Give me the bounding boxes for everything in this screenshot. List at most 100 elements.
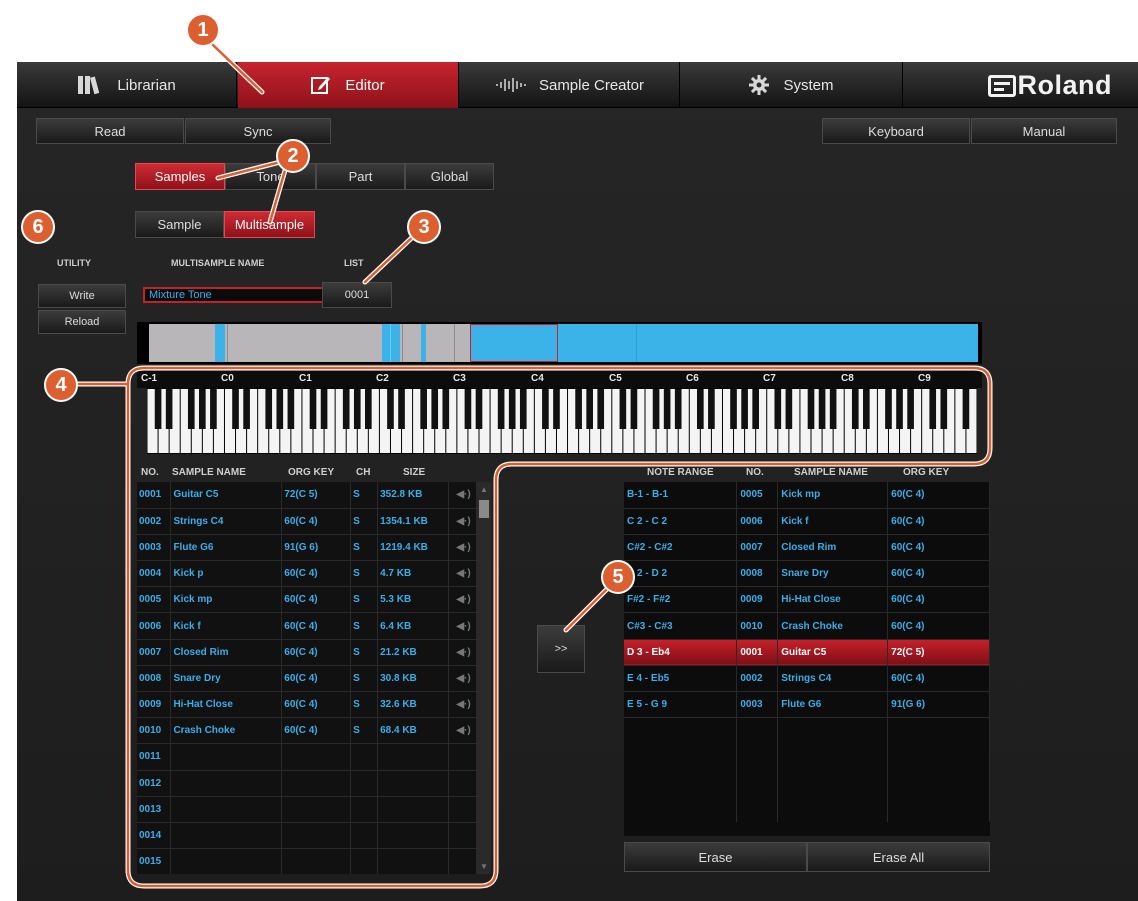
table-row[interactable]: 0014 (137, 822, 477, 850)
table-row[interactable]: D 3 - Eb4 0001 Guitar C5 72(C 5) (624, 639, 990, 666)
zone-segment[interactable] (421, 324, 426, 362)
manual-button[interactable]: Manual (971, 118, 1117, 144)
black-key[interactable] (154, 389, 162, 429)
black-key[interactable] (387, 389, 394, 429)
black-key[interactable] (652, 389, 660, 429)
black-key[interactable] (309, 389, 317, 429)
tab-librarian[interactable]: Librarian (17, 62, 237, 108)
keyboard-button[interactable]: Keyboard (822, 118, 970, 144)
scroll-down-arrow-icon[interactable]: ▼ (480, 862, 488, 871)
table-row[interactable]: 0009 Hi-Hat Close 60(C 4) S 32.6 KB ◀·) (137, 691, 477, 719)
erase-all-button[interactable]: Erase All (807, 842, 990, 872)
assign-sample-button[interactable]: >> (537, 625, 585, 673)
black-key[interactable] (575, 389, 582, 429)
black-key[interactable] (365, 389, 372, 429)
black-key[interactable] (752, 389, 759, 429)
table-row[interactable]: C#2 - C#2 0007 Closed Rim 60(C 4) (624, 534, 990, 562)
table-row[interactable]: 0007 Closed Rim 60(C 4) S 21.2 KB ◀·) (137, 639, 477, 666)
black-key[interactable] (851, 389, 859, 429)
scroll-up-arrow-icon[interactable]: ▲ (480, 485, 488, 494)
speaker-icon[interactable]: ◀·) (448, 586, 477, 614)
speaker-icon[interactable]: ◀·) (448, 612, 477, 640)
black-key[interactable] (508, 389, 516, 429)
table-row[interactable]: 0001 Guitar C5 72(C 5) S 352.8 KB ◀·) (137, 482, 477, 509)
table-row[interactable]: 0006 Kick f 60(C 4) S 6.4 KB ◀·) (137, 612, 477, 640)
black-key[interactable] (276, 389, 284, 429)
table-row[interactable]: 0002 Strings C4 60(C 4) S 1354.1 KB ◀·) (137, 508, 477, 535)
table-row[interactable]: 0008 Snare Dry 60(C 4) S 30.8 KB ◀·) (137, 665, 477, 693)
black-key[interactable] (630, 389, 638, 429)
black-key[interactable] (210, 389, 217, 429)
black-key[interactable] (420, 389, 427, 429)
table-row[interactable]: 0012 (137, 770, 477, 797)
black-key[interactable] (398, 389, 405, 429)
table-row[interactable]: 0004 Kick p 60(C 4) S 4.7 KB ◀·) (137, 560, 477, 588)
black-key[interactable] (353, 389, 361, 429)
table-row[interactable]: 0015 (137, 848, 477, 874)
tab-samples[interactable]: Samples (135, 163, 225, 190)
black-key[interactable] (519, 389, 527, 429)
tab-multisample[interactable]: Multisample (224, 211, 315, 238)
black-key[interactable] (962, 389, 970, 429)
black-key[interactable] (597, 389, 605, 429)
black-key[interactable] (741, 389, 748, 429)
table-row[interactable]: C#3 - C#3 0010 Crash Choke 60(C 4) (624, 612, 990, 640)
black-key[interactable] (243, 389, 250, 429)
piano-keyboard[interactable] (147, 388, 977, 454)
black-key[interactable] (475, 389, 483, 429)
black-key[interactable] (619, 389, 627, 429)
speaker-icon[interactable]: ◀·) (448, 534, 477, 562)
black-key[interactable] (232, 389, 239, 429)
speaker-icon[interactable]: ◀·) (448, 639, 477, 666)
black-key[interactable] (708, 389, 715, 429)
tab-sample-creator[interactable]: Sample Creator (460, 62, 680, 108)
reload-button[interactable]: Reload (38, 310, 126, 334)
table-row[interactable]: C 2 - C 2 0006 Kick f 60(C 4) (624, 508, 990, 535)
black-key[interactable] (697, 389, 704, 429)
black-key[interactable] (165, 389, 173, 429)
black-key[interactable] (199, 389, 206, 429)
tab-global[interactable]: Global (405, 163, 494, 190)
table-row[interactable]: E 5 - G 9 0003 Flute G6 91(G 6) (624, 691, 990, 719)
speaker-icon[interactable]: ◀·) (448, 691, 477, 719)
speaker-icon[interactable]: ◀·) (448, 508, 477, 535)
black-key[interactable] (542, 389, 549, 429)
speaker-icon[interactable]: ◀·) (448, 665, 477, 693)
sample-list-scrollbar[interactable]: ▲ ▼ (477, 482, 491, 874)
black-key[interactable] (265, 389, 273, 429)
black-key[interactable] (431, 389, 439, 429)
scrollbar-thumb[interactable] (479, 500, 489, 518)
speaker-icon[interactable]: ◀·) (448, 482, 477, 509)
black-key[interactable] (818, 389, 826, 429)
tab-part[interactable]: Part (316, 163, 405, 190)
black-key[interactable] (730, 389, 737, 429)
black-key[interactable] (940, 389, 948, 429)
erase-button[interactable]: Erase (624, 842, 807, 872)
table-row[interactable]: 0003 Flute G6 91(G 6) S 1219.4 KB ◀·) (137, 534, 477, 562)
black-key[interactable] (929, 389, 937, 429)
black-key[interactable] (863, 389, 870, 429)
tab-system[interactable]: System (681, 62, 903, 108)
black-key[interactable] (774, 389, 782, 429)
table-row[interactable]: E 4 - Eb5 0002 Strings C4 60(C 4) (624, 665, 990, 693)
black-key[interactable] (287, 389, 295, 429)
black-key[interactable] (442, 389, 450, 429)
black-key[interactable] (674, 389, 682, 429)
black-key[interactable] (785, 389, 793, 429)
table-row[interactable]: 0005 Kick mp 60(C 4) S 5.3 KB ◀·) (137, 586, 477, 614)
black-key[interactable] (663, 389, 671, 429)
black-key[interactable] (885, 389, 892, 429)
black-key[interactable] (907, 389, 914, 429)
black-key[interactable] (342, 389, 350, 429)
zone-segment[interactable] (382, 324, 400, 362)
table-row[interactable]: 0013 (137, 796, 477, 823)
tab-sample[interactable]: Sample (135, 211, 224, 238)
speaker-icon[interactable]: ◀·) (448, 560, 477, 588)
black-key[interactable] (497, 389, 505, 429)
black-key[interactable] (320, 389, 328, 429)
black-key[interactable] (586, 389, 593, 429)
multisample-name-field[interactable]: Mixture Tone (143, 287, 327, 303)
table-row[interactable]: B-1 - B-1 0005 Kick mp 60(C 4) (624, 482, 990, 509)
table-row[interactable]: 0011 (137, 743, 477, 771)
black-key[interactable] (829, 389, 837, 429)
